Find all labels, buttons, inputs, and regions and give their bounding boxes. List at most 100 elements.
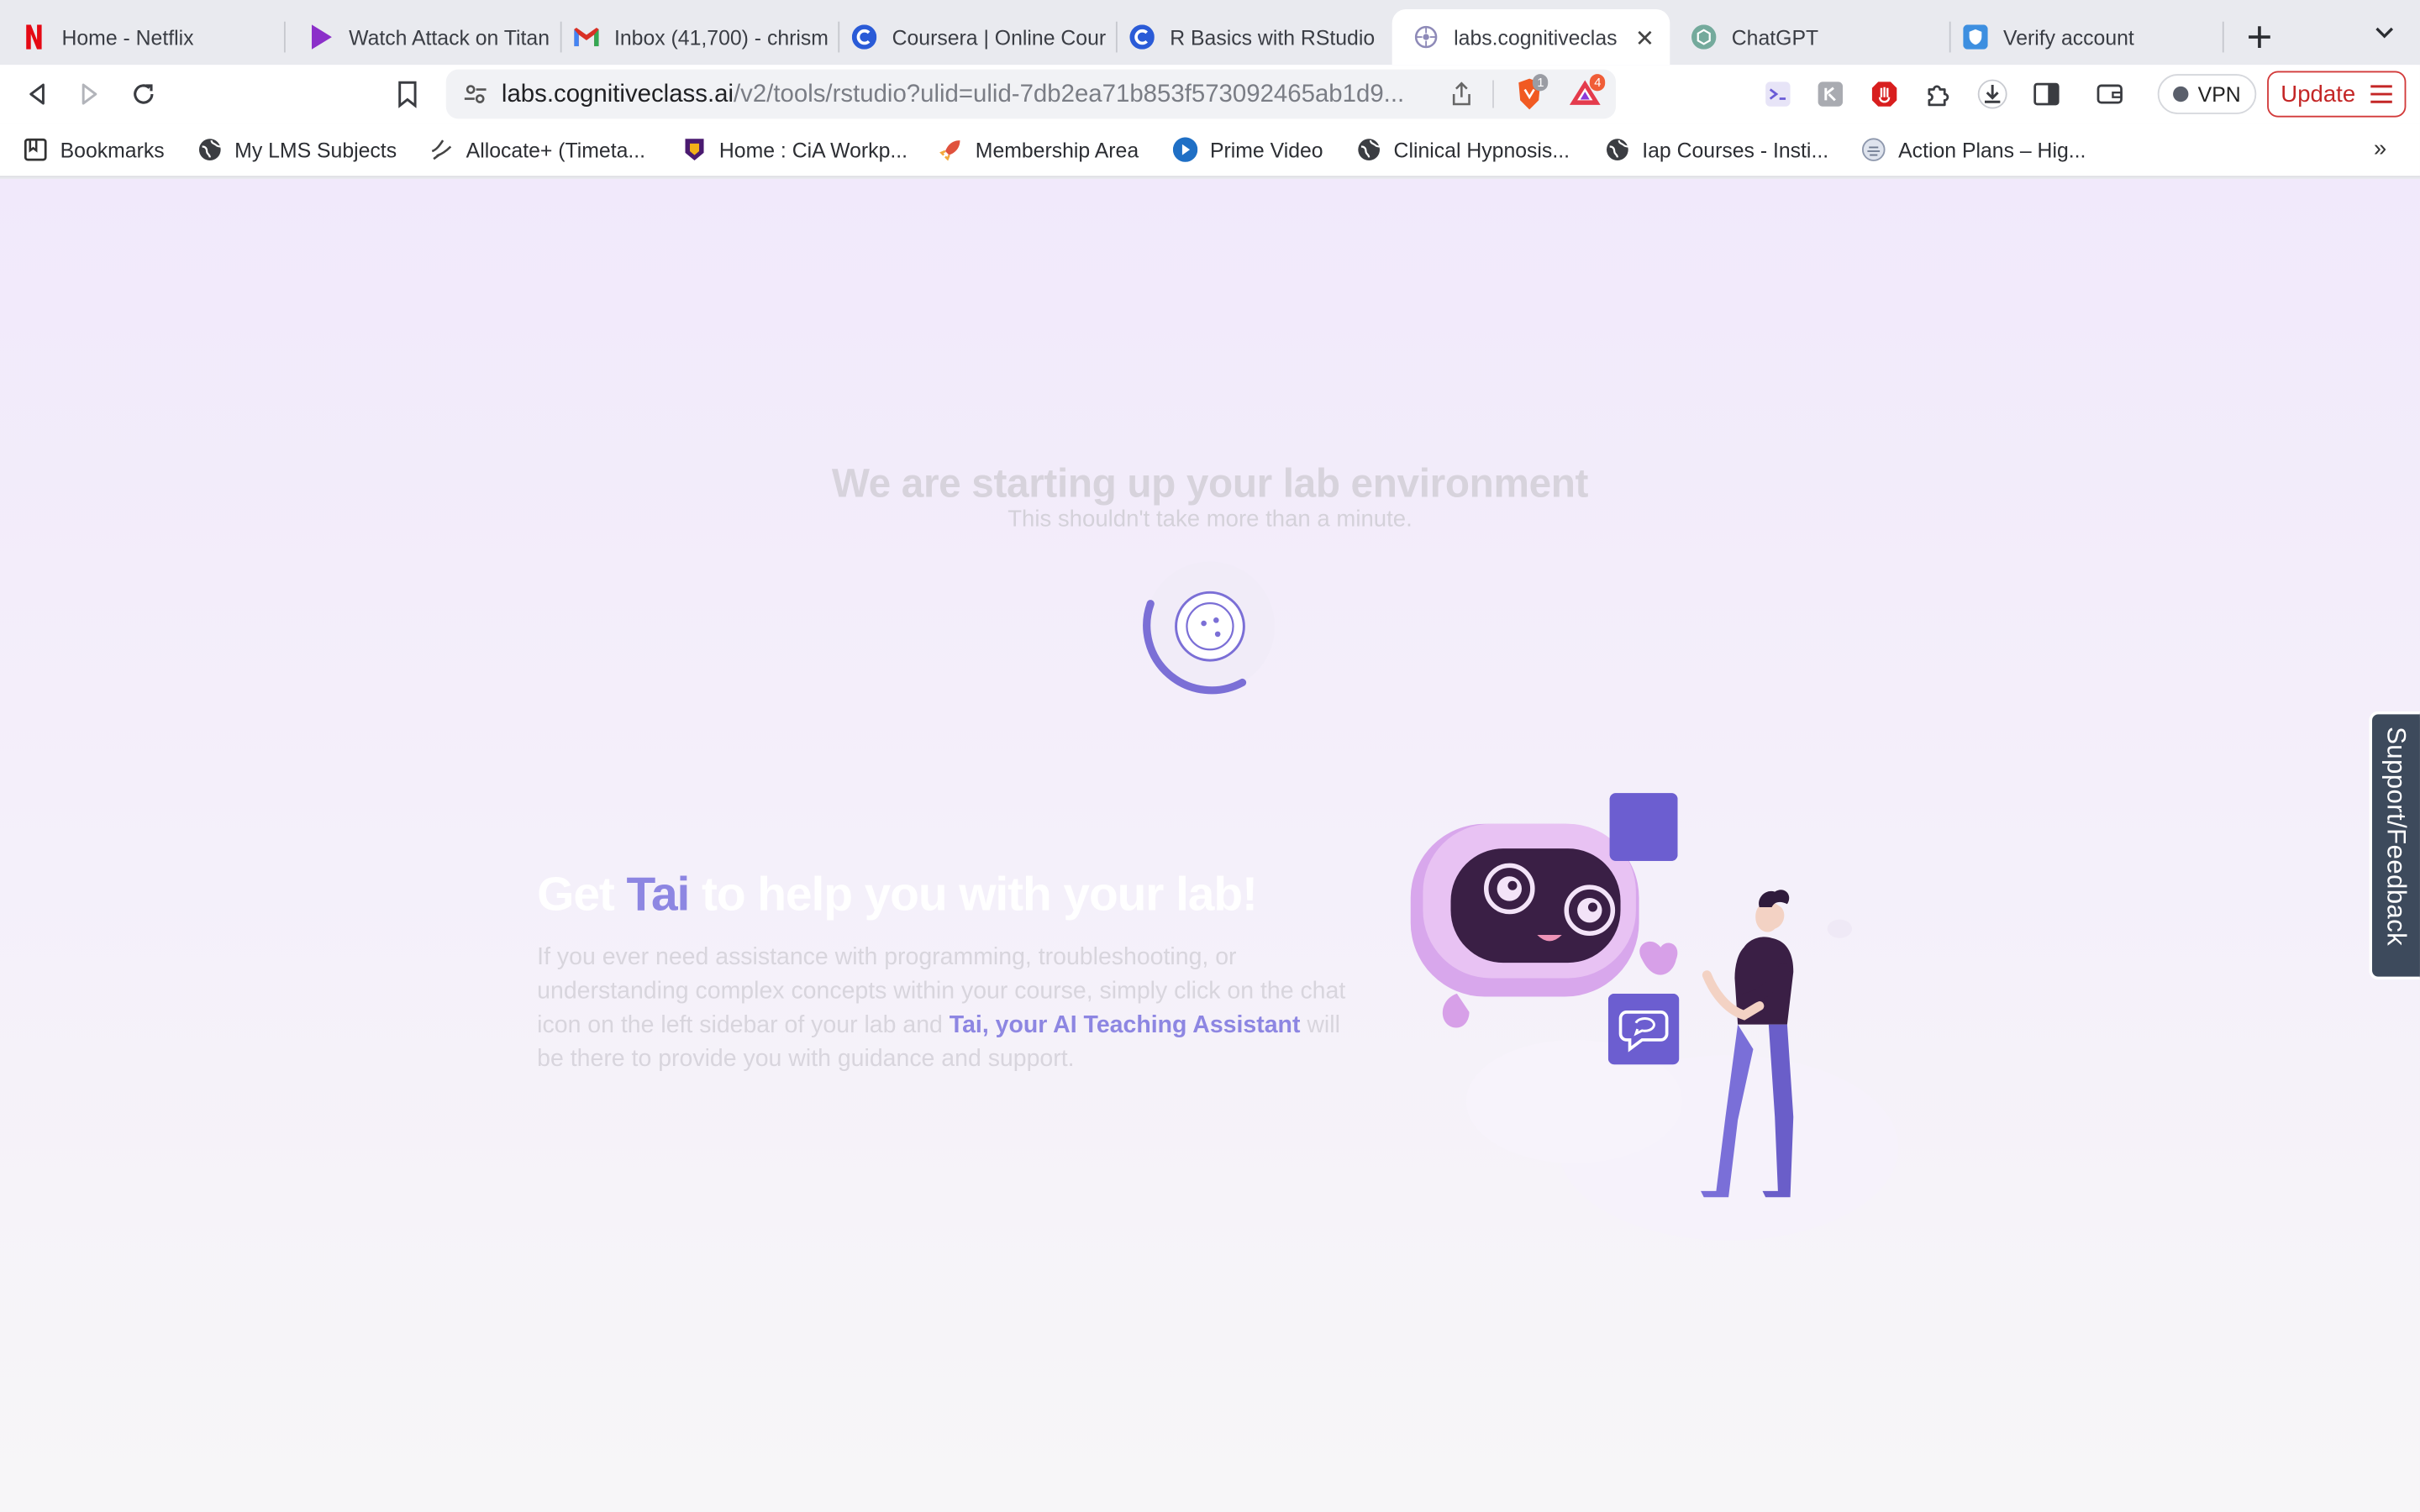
browser-toolbar: labs.cognitiveclass.ai/v2/tools/rstudio?… (0, 65, 2420, 123)
bookmark-label: Home : CiA Workp... (718, 138, 908, 161)
globe-icon (1356, 137, 1381, 161)
bookmark-item-clinical-hypnosis[interactable]: Clinical Hypnosis... (1356, 137, 1570, 161)
tab-attack-on-titan[interactable]: Watch Attack on Titan (287, 9, 559, 65)
address-bar[interactable]: labs.cognitiveclass.ai/v2/tools/rstudio?… (445, 69, 1617, 119)
page-subtitle: This shouldn't take more than a minute. (1007, 506, 1413, 533)
globe-icon (1605, 137, 1629, 161)
reload-button[interactable] (128, 79, 159, 110)
extension-grey-icon[interactable] (1815, 79, 1846, 110)
new-tab-button[interactable] (2247, 18, 2271, 59)
bookmark-item-iap-courses[interactable]: Iap Courses - Insti... (1605, 137, 1828, 161)
bookmarks-bar: Bookmarks My LMS Subjects Allocate+ (Tim… (0, 123, 2420, 178)
chat-bubble-icon (1607, 993, 1680, 1065)
bookmark-label: Prime Video (1209, 138, 1323, 161)
bookmarks-icon (24, 137, 48, 161)
url-path: /v2/tools/rstudio?ulid=ulid-7db2ea71b853… (733, 81, 1405, 108)
extension-adblock-icon[interactable] (1869, 79, 1900, 110)
tab-label: ChatGPT (1731, 25, 1819, 49)
promo-title-post: to help you with your lab! (689, 867, 1258, 921)
bookmark-label: My LMS Subjects (234, 138, 397, 161)
cia-icon (682, 137, 707, 161)
close-icon[interactable]: ✕ (1635, 24, 1655, 52)
brave-rewards-icon[interactable]: 4 (1568, 74, 1607, 116)
bookmark-item-membership[interactable]: Membership Area (939, 137, 1139, 161)
bookmark-item-action-plans[interactable]: Action Plans – Hig... (1861, 137, 2086, 161)
hamburger-menu-icon (2370, 85, 2393, 103)
back-button[interactable] (22, 79, 53, 110)
tab-label: Watch Attack on Titan (349, 25, 550, 49)
tai-promo-description: If you ever need assistance with program… (537, 941, 1352, 1077)
vpn-label: VPN (2197, 82, 2241, 106)
tab-r-basics[interactable]: R Basics with RStudio (1108, 9, 1392, 65)
site-settings-icon[interactable] (463, 81, 487, 114)
bookmark-icon (398, 81, 417, 108)
prime-video-icon (1172, 137, 1198, 162)
support-feedback-label: Support/Feedback (2381, 727, 2411, 947)
shields-count-badge: 1 (1532, 74, 1549, 92)
bookmark-label: Iap Courses - Insti... (1642, 138, 1829, 161)
tab-label: Coursera | Online Cour (892, 25, 1107, 49)
tab-netflix[interactable]: Home - Netflix (0, 9, 284, 65)
tab-divider (2222, 21, 2224, 53)
tab-chatgpt[interactable]: ChatGPT (1670, 9, 1948, 65)
back-arrow-icon (29, 83, 45, 105)
vpn-status-icon (2173, 86, 2189, 102)
url-text: labs.cognitiveclass.ai/v2/tools/rstudio?… (502, 81, 1428, 109)
coursera-icon (851, 24, 877, 50)
bookmark-label: Action Plans – Hig... (1898, 138, 2086, 161)
page-title: We are starting up your lab environment (831, 459, 1589, 507)
support-feedback-tab[interactable]: Support/Feedback (2369, 711, 2420, 980)
sidebar-toggle-icon[interactable] (2031, 79, 2062, 110)
bookmark-item-allocate[interactable]: Allocate+ (Timeta... (429, 137, 645, 161)
tai-assistant-highlight: Tai, your AI Teaching Assistant (949, 1011, 1301, 1039)
bookmark-page-button[interactable] (392, 79, 424, 110)
action-plans-icon (1861, 137, 1886, 161)
rewards-count-badge: 4 (1589, 74, 1607, 92)
forward-button[interactable] (74, 79, 105, 110)
play-icon (308, 24, 333, 50)
cognitiveclass-icon (1413, 24, 1438, 49)
coursera-icon (1129, 24, 1155, 50)
tab-search-button[interactable] (2374, 22, 2396, 51)
bookmark-label: Bookmarks (60, 138, 165, 161)
extension-leo-icon[interactable] (1763, 79, 1794, 110)
bookmark-label: Membership Area (975, 138, 1139, 161)
update-button[interactable]: Update (2267, 71, 2407, 118)
loading-spinner (1143, 561, 1276, 695)
bookmark-item-bookmarks[interactable]: Bookmarks (24, 137, 165, 161)
reload-icon (134, 84, 154, 104)
brave-shields-icon[interactable]: 1 (1514, 74, 1549, 119)
bookmark-item-lms[interactable]: My LMS Subjects (197, 137, 397, 161)
rocket-icon (939, 137, 963, 161)
gmail-icon (574, 24, 599, 49)
chevron-down-icon (2375, 27, 2394, 39)
downloads-icon[interactable] (1977, 79, 2008, 110)
bookmark-item-prime-video[interactable]: Prime Video (1172, 137, 1323, 162)
tab-divider (283, 21, 286, 53)
tab-coursera[interactable]: Coursera | Online Cour (830, 9, 1114, 65)
bookmark-label: Clinical Hypnosis... (1393, 138, 1570, 161)
chatgpt-icon (1691, 24, 1717, 50)
tab-label: Verify account (2003, 25, 2134, 49)
promo-title-pre: Get (537, 867, 627, 921)
tab-label: labs.cognitiveclas (1454, 25, 1618, 49)
share-icon[interactable] (1449, 81, 1474, 114)
tab-label: R Basics with RStudio (1170, 25, 1376, 49)
forward-arrow-icon (82, 83, 97, 105)
allocate-icon (429, 137, 454, 161)
extensions-puzzle-icon[interactable] (1923, 79, 1954, 110)
wallet-icon[interactable] (2094, 79, 2125, 110)
bookmarks-overflow-button[interactable]: » (2374, 136, 2386, 162)
tab-cognitiveclass-active[interactable]: labs.cognitiveclas ✕ (1392, 9, 1670, 66)
tai-name: Tai (626, 867, 690, 921)
url-host: labs.cognitiveclass.ai (501, 81, 734, 108)
vpn-button[interactable]: VPN (2157, 74, 2257, 114)
tab-gmail[interactable]: Inbox (41,700) - chrism (553, 9, 837, 65)
tai-promo-title: Get Tai to help you with your lab! (537, 867, 1258, 922)
address-bar-divider (1492, 80, 1494, 108)
tab-label: Inbox (41,700) - chrism (614, 25, 829, 49)
bookmark-item-cia[interactable]: Home : CiA Workp... (682, 137, 908, 161)
netflix-icon (22, 24, 46, 50)
shield-icon (1963, 24, 1988, 50)
tab-verify-account[interactable]: Verify account (1942, 9, 2220, 65)
